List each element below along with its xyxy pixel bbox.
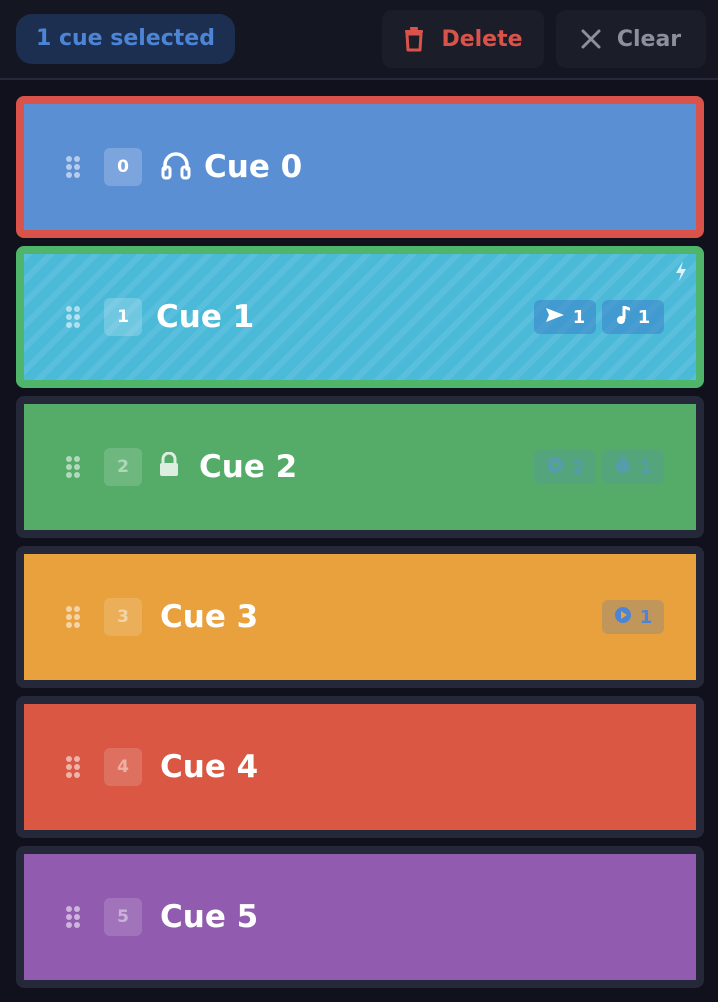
clear-button[interactable]: Clear [556,10,706,68]
badge-count: 1 [639,456,653,478]
cue-number: 5 [104,898,142,936]
action-badge: 2 [534,450,596,484]
badge-count: 1 [639,606,653,628]
send-icon [545,307,565,328]
trash-icon [403,26,425,52]
action-badge: 1 [602,300,664,334]
cue-item[interactable]: 3 Cue 3 1 [16,546,704,688]
cue-item[interactable]: 2 Cue 2 2 1 [16,396,704,538]
badge-count: 2 [571,456,585,478]
action-badge: 1 [602,600,664,634]
cue-number: 1 [104,298,142,336]
badge-count: 1 [637,306,651,328]
timer-icon [614,455,632,479]
cue-number: 0 [104,148,142,186]
drag-handle-icon[interactable] [66,306,80,328]
selection-toolbar: 1 cue selected Delete Clear [0,0,718,80]
selection-count-badge: 1 cue selected [16,14,235,64]
delete-button[interactable]: Delete [382,10,544,68]
drag-handle-icon[interactable] [66,756,80,778]
cue-title: Cue 2 [199,449,298,485]
cue-item[interactable]: 4 Cue 4 [16,696,704,838]
bolt-icon [674,260,688,286]
headphones-icon [160,149,192,185]
play-circle-icon [614,606,632,629]
action-badge: 1 [534,300,596,334]
play-circle-icon [546,456,564,479]
cue-number: 4 [104,748,142,786]
close-icon [581,29,601,49]
music-note-icon [616,305,631,329]
clear-label: Clear [616,26,682,52]
cue-item[interactable]: 0 Cue 0 [16,96,704,238]
cue-item[interactable]: 1 Cue 1 1 1 [16,246,704,388]
cue-title: Cue 4 [160,749,259,785]
drag-handle-icon[interactable] [66,906,80,928]
lock-icon [158,451,180,482]
cue-title: Cue 0 [204,149,303,185]
cue-number: 3 [104,598,142,636]
cue-title: Cue 1 [156,299,255,335]
delete-label: Delete [441,26,523,52]
drag-handle-icon[interactable] [66,456,80,478]
cue-title: Cue 3 [160,599,259,635]
cue-number: 2 [104,448,142,486]
cue-item[interactable]: 5 Cue 5 [16,846,704,988]
cue-title: Cue 5 [160,899,259,935]
drag-handle-icon[interactable] [66,156,80,178]
drag-handle-icon[interactable] [66,606,80,628]
action-badge: 1 [602,450,664,484]
badge-count: 1 [572,306,586,328]
